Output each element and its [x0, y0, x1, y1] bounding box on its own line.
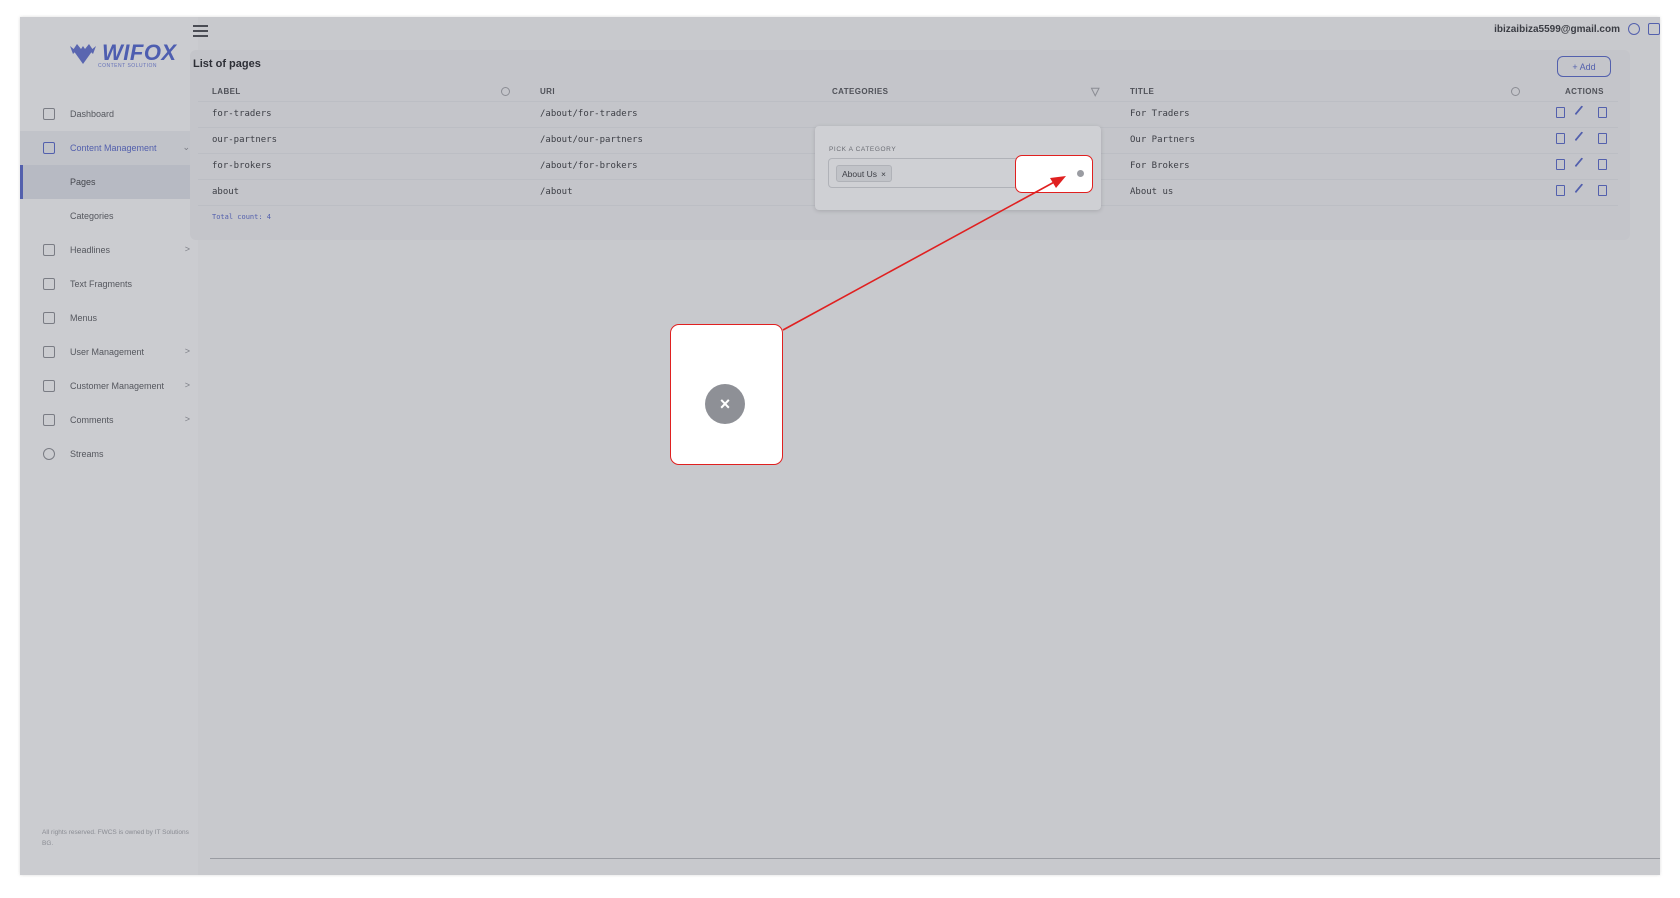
row-title: For Brokers [1130, 161, 1190, 171]
user-email[interactable]: ibizaibiza5599@gmail.com [1494, 24, 1620, 35]
sidebar: WIFOX CONTENT SOLUTION Dashboard Content… [20, 17, 198, 875]
row-actions [1556, 183, 1607, 198]
delete-icon[interactable] [1598, 107, 1607, 118]
hamburger-menu-icon[interactable] [193, 25, 208, 37]
content-icon [43, 142, 55, 154]
clear-icon[interactable] [1077, 170, 1084, 177]
users-icon [43, 346, 55, 358]
column-categories: CATEGORIES [832, 87, 889, 96]
chevron-right-icon: > [184, 346, 190, 356]
edit-icon[interactable] [1574, 183, 1589, 198]
logout-icon[interactable] [1648, 23, 1660, 35]
row-actions [1556, 105, 1607, 120]
row-label: for-brokers [212, 161, 272, 171]
user-bar: ibizaibiza5599@gmail.com [1494, 23, 1660, 35]
row-uri: /about/our-partners [540, 135, 643, 145]
delete-icon[interactable] [1598, 133, 1607, 144]
brand-tagline: CONTENT SOLUTION [98, 63, 158, 69]
chevron-right-icon: > [184, 414, 190, 424]
sidebar-item-label: Pages [70, 177, 96, 187]
column-title: TITLE [1130, 87, 1155, 96]
delete-icon[interactable] [1598, 159, 1607, 170]
chip-remove-icon[interactable]: × [881, 169, 886, 179]
row-uri: /about [540, 187, 573, 197]
edit-icon[interactable] [1574, 131, 1589, 146]
sidebar-item-customer-management[interactable]: Customer Management > [20, 369, 198, 403]
chevron-down-icon: ⌄ [182, 142, 190, 152]
row-label: for-traders [212, 109, 272, 119]
sidebar-item-label: Content Management [70, 143, 157, 153]
total-count: Total count: 4 [212, 213, 272, 221]
sidebar-item-content-management[interactable]: Content Management ⌄ [20, 131, 198, 165]
sidebar-item-user-management[interactable]: User Management > [20, 335, 198, 369]
sidebar-item-headlines[interactable]: Headlines > [20, 233, 198, 267]
filter-label: PICK A CATEGORY [829, 146, 897, 153]
sidebar-item-label: Headlines [70, 245, 111, 255]
chevron-right-icon: > [184, 380, 190, 390]
column-label: LABEL [212, 87, 241, 96]
column-actions: ACTIONS [1565, 87, 1604, 96]
sidebar-item-label: Menus [70, 313, 98, 323]
edit-icon[interactable] [1574, 157, 1589, 172]
row-label: about [212, 187, 240, 197]
highlight-box [1015, 155, 1093, 193]
row-actions [1556, 157, 1607, 172]
clear-icon[interactable]: × [705, 384, 745, 424]
chevron-right-icon: > [184, 244, 190, 254]
settings-icon[interactable] [1628, 23, 1640, 35]
copy-icon[interactable] [1556, 107, 1565, 118]
zoom-callout: × [670, 324, 783, 465]
sidebar-item-menus[interactable]: Menus [20, 301, 198, 335]
chip-label: About Us [842, 168, 877, 179]
edit-icon[interactable] [1574, 105, 1589, 120]
sidebar-item-streams[interactable]: Streams [20, 437, 198, 471]
comments-icon [43, 414, 55, 426]
search-icon[interactable] [501, 87, 510, 96]
delete-icon[interactable] [1598, 185, 1607, 196]
sidebar-item-label: Streams [70, 449, 104, 459]
row-uri: /about/for-traders [540, 109, 638, 119]
sidebar-item-label: Text Fragments [70, 279, 133, 289]
table-header: LABEL URI CATEGORIES ▽ TITLE ACTIONS [198, 81, 1618, 101]
copy-icon[interactable] [1556, 133, 1565, 144]
row-title: Our Partners [1130, 135, 1196, 145]
row-actions [1556, 131, 1607, 146]
sidebar-item-label: Customer Management [70, 381, 165, 391]
sidebar-item-text-fragments[interactable]: Text Fragments [20, 267, 198, 301]
row-title: About us [1130, 187, 1174, 197]
search-icon[interactable] [1511, 87, 1520, 96]
copy-icon[interactable] [1556, 185, 1565, 196]
divider [210, 858, 1660, 859]
table-row[interactable]: for-traders /about/for-traders For Trade… [198, 101, 1618, 127]
page-title: List of pages [193, 58, 261, 70]
copy-icon[interactable] [1556, 159, 1565, 170]
category-chip[interactable]: About Us × [836, 165, 892, 182]
row-label: our-partners [212, 135, 278, 145]
fox-logo-icon [70, 44, 96, 64]
row-title: For Traders [1130, 109, 1190, 119]
footer-copyright: All rights reserved. FWCS is owned by IT… [42, 829, 189, 847]
customers-icon [43, 380, 55, 392]
sidebar-item-label: Categories [70, 211, 114, 221]
sidebar-item-pages[interactable]: Pages [20, 165, 198, 199]
sidebar-item-dashboard[interactable]: Dashboard [20, 97, 198, 131]
sidebar-item-comments[interactable]: Comments > [20, 403, 198, 437]
gear-icon [43, 448, 55, 460]
add-button[interactable]: + Add [1557, 56, 1611, 77]
filter-icon[interactable]: ▽ [1091, 85, 1100, 98]
row-uri: /about/for-brokers [540, 161, 638, 171]
sidebar-item-label: User Management [70, 347, 145, 357]
text-icon [43, 278, 55, 290]
sidebar-item-categories[interactable]: Categories [20, 199, 198, 233]
column-uri: URI [540, 87, 555, 96]
menus-icon [43, 312, 55, 324]
dashboard-icon [43, 108, 55, 120]
sidebar-item-label: Comments [70, 415, 114, 425]
headlines-icon [43, 244, 55, 256]
sidebar-item-label: Dashboard [70, 109, 115, 119]
sidebar-nav: Dashboard Content Management ⌄ Pages Cat… [20, 97, 198, 471]
